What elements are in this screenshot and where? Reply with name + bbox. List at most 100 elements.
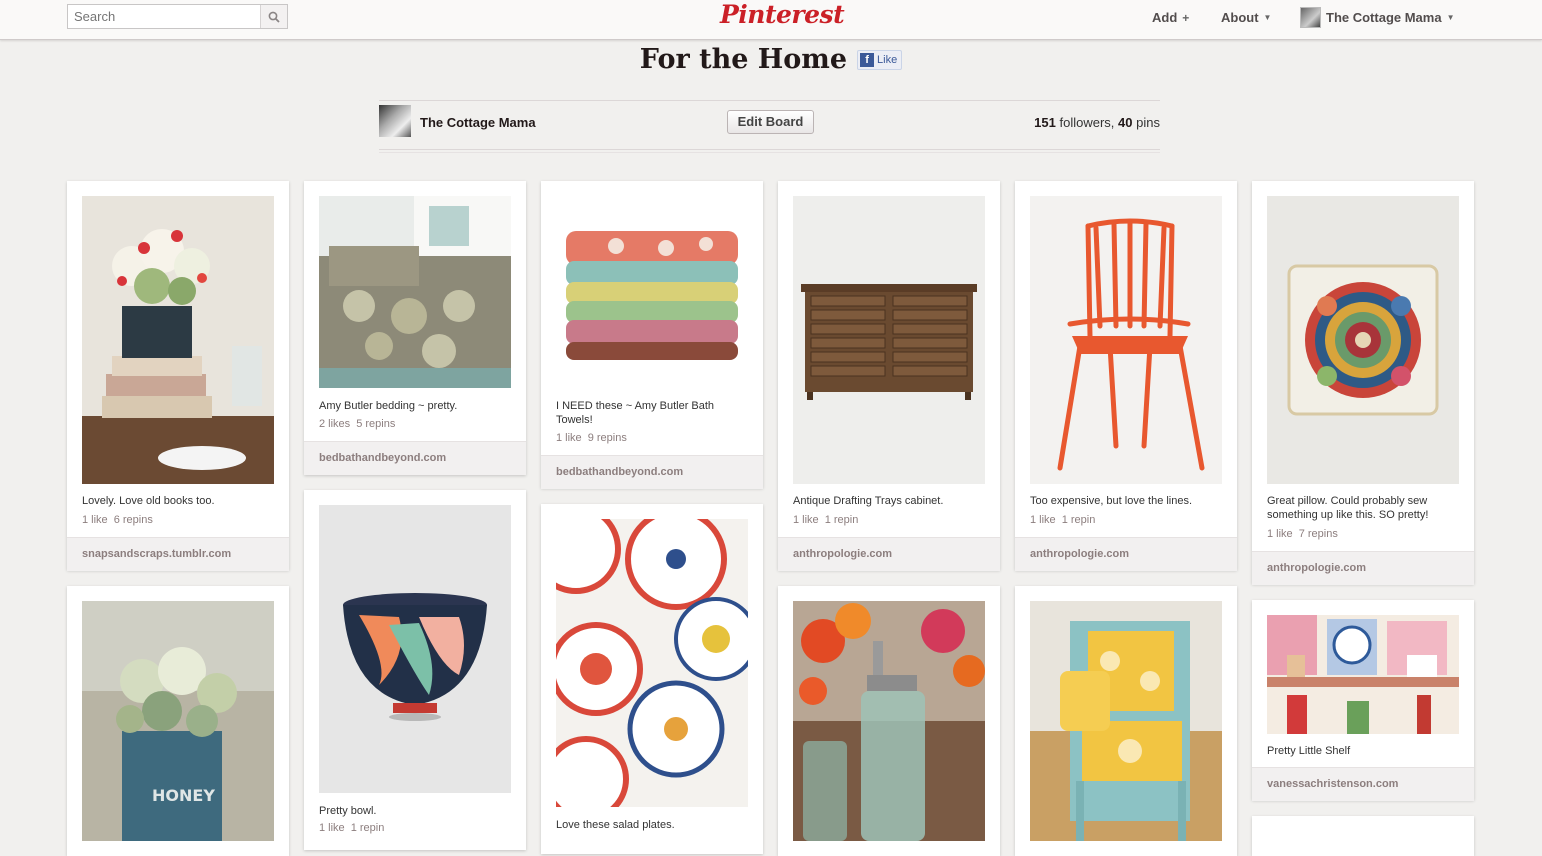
pin-description: Love these salad plates.: [556, 819, 675, 831]
pin-card[interactable]: [1015, 586, 1237, 856]
pin-source-link[interactable]: snapsandscraps.tumblr.com: [82, 548, 231, 560]
pin-source-link[interactable]: bedbathandbeyond.com: [556, 466, 683, 478]
pin-stats: 1 like 1 repin: [793, 514, 858, 526]
pin-source-link[interactable]: bedbathandbeyond.com: [319, 452, 446, 464]
divider: [379, 152, 1160, 153]
pin-likes: 1 like: [82, 514, 108, 526]
pin-image[interactable]: [319, 196, 511, 388]
pin-source[interactable]: bedbathandbeyond.com: [304, 441, 526, 475]
pin-likes: 1 like: [556, 432, 582, 444]
pin-repins: 5 repins: [356, 418, 396, 430]
facebook-icon: f: [860, 52, 875, 67]
pin-source[interactable]: snapsandscraps.tumblr.com: [67, 537, 289, 571]
add-label: Add: [1152, 10, 1178, 25]
pin-likes: 2 likes: [319, 418, 351, 430]
pin-image[interactable]: [1267, 196, 1459, 484]
pin-description: Great pillow. Could probably sew somethi…: [1267, 495, 1429, 521]
pin-card[interactable]: [778, 586, 1000, 856]
pin-source[interactable]: bedbathandbeyond.com: [541, 455, 763, 489]
search-box: [67, 4, 288, 29]
pin-image[interactable]: [1030, 196, 1222, 484]
pin-description: Amy Butler bedding ~ pretty.: [319, 400, 458, 412]
about-label: About: [1221, 10, 1259, 25]
pins-label: pins: [1136, 115, 1160, 130]
pin-repins: 9 repins: [587, 432, 627, 444]
pin-source-link[interactable]: anthropologie.com: [1030, 548, 1129, 560]
pin-image[interactable]: [793, 196, 985, 484]
pin-repins: 1 repin: [824, 514, 859, 526]
pin-image[interactable]: [1030, 601, 1222, 841]
pin-source[interactable]: anthropologie.com: [1015, 537, 1237, 571]
pin-image[interactable]: [319, 505, 511, 793]
pin-card[interactable]: Pretty bowl. 1 like 1 repin: [304, 490, 526, 850]
pin-card[interactable]: Too expensive, but love the lines. 1 lik…: [1015, 181, 1237, 571]
pin-likes: 1 like: [319, 822, 345, 834]
pinterest-logo[interactable]: Pinterest: [720, 0, 845, 29]
facebook-like-button[interactable]: f Like: [857, 49, 903, 70]
pin-image[interactable]: [556, 196, 748, 388]
pin-repins: 1 repin: [350, 822, 385, 834]
edit-board-button[interactable]: Edit Board: [727, 110, 814, 134]
pin-likes: 1 like: [1030, 514, 1056, 526]
svg-text:HONEY: HONEY: [152, 786, 215, 805]
pin-card[interactable]: Love these salad plates.: [541, 504, 763, 854]
pin-stats: 1 like 1 repin: [319, 822, 384, 834]
top-bar: Pinterest Add + About ▼ The Cottage Mama…: [0, 0, 1542, 40]
pin-stats: 1 like 7 repins: [1267, 528, 1338, 540]
pin-source-link[interactable]: vanessachristenson.com: [1267, 778, 1398, 790]
board-header: For the Home f Like: [0, 44, 1542, 75]
followers-label: followers,: [1059, 115, 1115, 130]
pin-image[interactable]: [82, 196, 274, 484]
pin-stats: 1 like 6 repins: [82, 514, 153, 526]
pin-card[interactable]: [1252, 816, 1474, 856]
pin-card[interactable]: Antique Drafting Trays cabinet. 1 like 1 …: [778, 181, 1000, 571]
pin-card[interactable]: HONEY: [67, 586, 289, 856]
pin-stats: 1 like 1 repin: [1030, 514, 1095, 526]
page-title: For the Home: [639, 44, 848, 75]
pin-card[interactable]: I NEED these ~ Amy Butler Bath Towels! 1…: [541, 181, 763, 489]
add-menu[interactable]: Add +: [1152, 10, 1189, 25]
user-name: The Cottage Mama: [1326, 10, 1442, 25]
pin-card[interactable]: Amy Butler bedding ~ pretty. 2 likes 5 re…: [304, 181, 526, 475]
pin-card[interactable]: Lovely. Love old books too. 1 like 6 repi…: [67, 181, 289, 571]
pin-repins: 6 repins: [113, 514, 153, 526]
pin-image[interactable]: HONEY: [82, 601, 274, 841]
about-menu[interactable]: About ▼: [1221, 10, 1271, 25]
pin-image[interactable]: [556, 519, 748, 807]
pin-source[interactable]: anthropologie.com: [778, 537, 1000, 571]
pin-repins: 1 repin: [1061, 514, 1096, 526]
pin-image[interactable]: [793, 601, 985, 841]
pin-description: Too expensive, but love the lines.: [1030, 495, 1193, 507]
pin-description: Pretty bowl.: [319, 805, 377, 817]
search-input[interactable]: [68, 5, 261, 28]
pin-description: Antique Drafting Trays cabinet.: [793, 495, 944, 507]
pin-source[interactable]: anthropologie.com: [1252, 551, 1474, 585]
chevron-down-icon: ▼: [1446, 13, 1455, 22]
pin-description: Pretty Little Shelf: [1267, 745, 1351, 757]
pin-source-link[interactable]: anthropologie.com: [793, 548, 892, 560]
pin-source[interactable]: vanessachristenson.com: [1252, 767, 1474, 801]
pin-repins: 7 repins: [1298, 528, 1338, 540]
pin-card[interactable]: Pretty Little Shelf vanessachristenson.c…: [1252, 600, 1474, 801]
search-button[interactable]: [260, 5, 287, 28]
board-stats: 151 followers, 40 pins: [1034, 115, 1160, 130]
avatar: [1300, 7, 1321, 28]
fb-like-label: Like: [877, 53, 898, 66]
pin-source-link[interactable]: anthropologie.com: [1267, 562, 1366, 574]
pin-likes: 1 like: [1267, 528, 1293, 540]
owner-avatar[interactable]: [379, 105, 411, 137]
owner-name[interactable]: The Cottage Mama: [420, 115, 536, 130]
chevron-down-icon: ▼: [1263, 13, 1272, 22]
pin-card[interactable]: Great pillow. Could probably sew somethi…: [1252, 181, 1474, 585]
board-owner-bar: The Cottage Mama Edit Board 151 follower…: [379, 100, 1160, 153]
pin-description: Lovely. Love old books too.: [82, 495, 215, 507]
pins-count: 40: [1118, 115, 1133, 130]
pin-stats: 1 like 9 repins: [556, 432, 627, 444]
pin-likes: 1 like: [793, 514, 819, 526]
plus-icon: +: [1182, 10, 1190, 25]
pin-image[interactable]: [1267, 615, 1459, 734]
search-icon: [268, 11, 280, 23]
followers-count[interactable]: 151: [1034, 115, 1056, 130]
pin-description: I NEED these ~ Amy Butler Bath Towels!: [556, 400, 715, 426]
user-menu[interactable]: The Cottage Mama ▼: [1300, 7, 1455, 28]
